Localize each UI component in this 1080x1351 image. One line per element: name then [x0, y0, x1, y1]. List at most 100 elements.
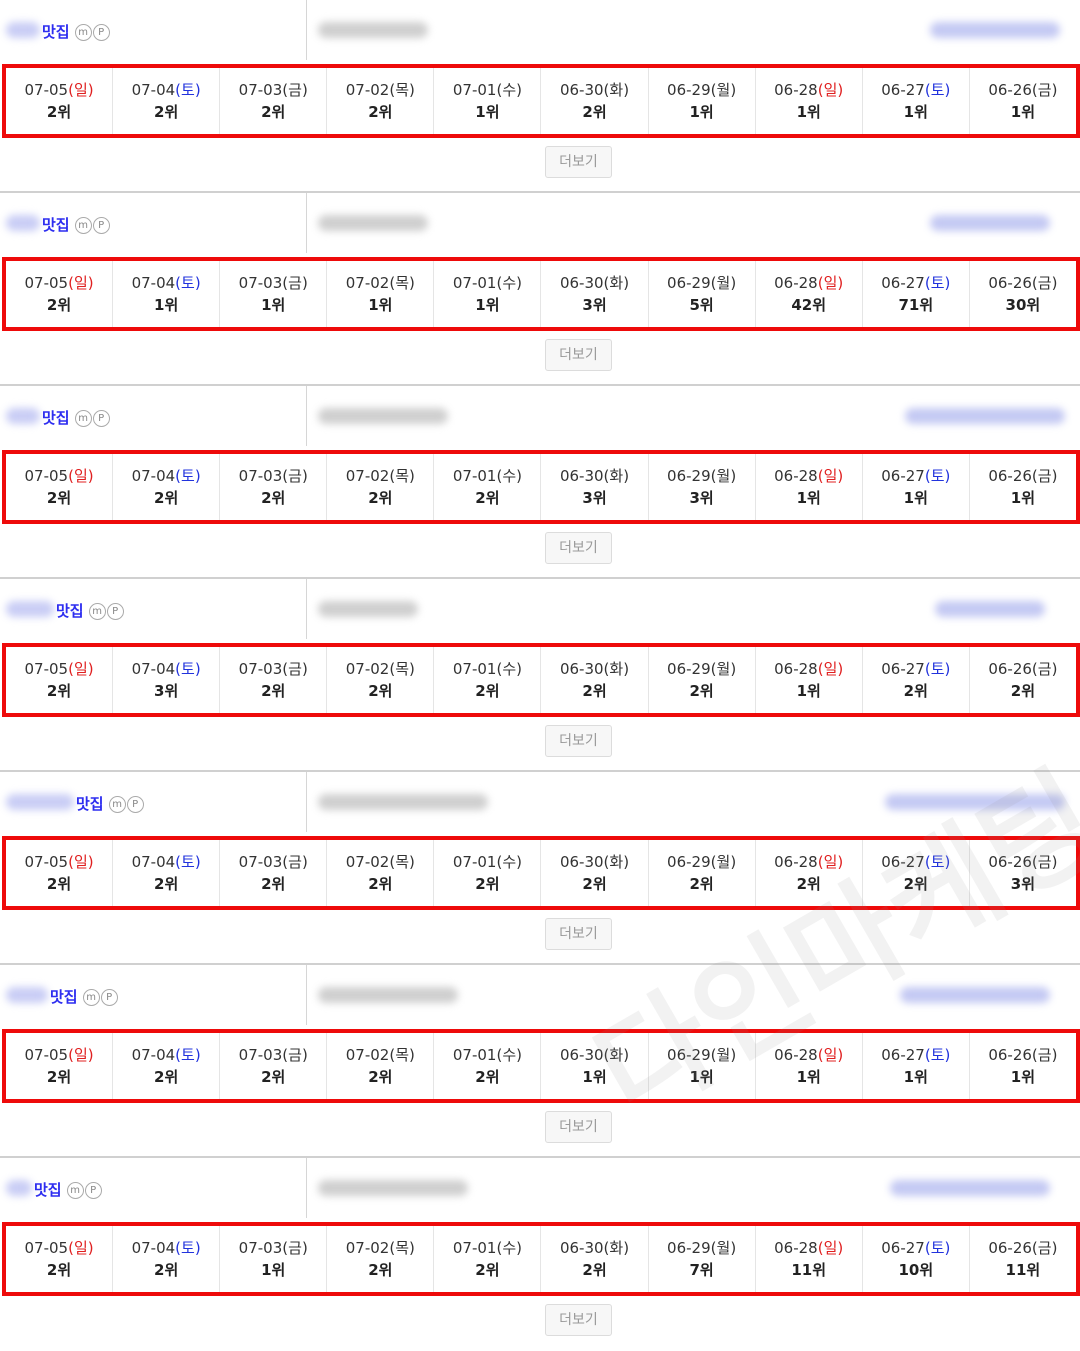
date-text: 06-30	[559, 274, 604, 292]
paren-close: )	[730, 467, 737, 485]
rank-value: 71위	[898, 296, 934, 314]
paren-close: )	[1051, 1239, 1058, 1257]
keyword-label[interactable]: 맛집 m P	[56, 600, 124, 621]
rank-value: 1위	[796, 682, 821, 700]
weekday: (토)	[925, 274, 951, 292]
more-button[interactable]: 더보기	[545, 1111, 612, 1143]
rank-value: 10위	[898, 1261, 934, 1279]
date-text: 06-30	[559, 467, 604, 485]
paren-close: )	[837, 467, 844, 485]
rank-value: 1위	[796, 489, 821, 507]
weekday: (화)	[604, 467, 630, 485]
rank-cell: 06-29(월) 2위	[649, 647, 756, 713]
keyword-text: 맛집	[34, 1181, 62, 1199]
paren-close: )	[1051, 1046, 1058, 1064]
keyword-prefix-redacted	[6, 601, 54, 617]
keyword-label[interactable]: 맛집 m P	[42, 407, 110, 428]
weekday: (월)	[711, 660, 737, 678]
date-text: 07-01	[452, 853, 497, 871]
rank-cell: 07-05(일) 2위	[6, 1226, 114, 1292]
rank-value: 2위	[46, 682, 72, 700]
weekday: (토)	[175, 660, 201, 678]
rank-cell: 06-28(일) 2위	[756, 840, 863, 906]
weekday-text: 수	[502, 467, 517, 485]
more-button[interactable]: 더보기	[545, 339, 612, 371]
keyword-header: 맛집 m P	[0, 965, 1080, 1025]
weekday-text: 목	[395, 660, 410, 678]
column-divider	[306, 193, 307, 253]
date-text: 07-04	[131, 660, 176, 678]
weekday: (화)	[604, 81, 630, 99]
date-text: 07-02	[345, 467, 390, 485]
weekday-text: 금	[1037, 81, 1052, 99]
weekday: (화)	[604, 1239, 630, 1257]
paren-close: )	[623, 81, 630, 99]
weekday-text: 월	[716, 81, 731, 99]
weekday: (토)	[175, 853, 201, 871]
date-text: 06-30	[559, 1239, 604, 1257]
weekday-text: 토	[930, 467, 945, 485]
mobile-badge-icon: m	[66, 1182, 84, 1199]
paren-close: )	[87, 1046, 94, 1064]
rank-cell: 06-29(월) 1위	[649, 68, 756, 134]
rank-date: 07-02(목)	[346, 465, 415, 487]
rank-value: 2위	[796, 875, 821, 893]
weekday: (화)	[604, 660, 630, 678]
paren-close: )	[1051, 274, 1058, 292]
rank-cell: 06-27(토) 2위	[863, 840, 970, 906]
weekday: (목)	[389, 1239, 415, 1257]
rank-cell: 06-28(일) 42위	[756, 261, 863, 327]
date-text: 07-01	[452, 1239, 497, 1257]
weekday-text: 일	[73, 81, 88, 99]
rank-date: 06-26(금)	[988, 851, 1057, 873]
paren-close: )	[1051, 467, 1058, 485]
weekday: (화)	[604, 853, 630, 871]
paren-close: )	[409, 1046, 415, 1064]
paren-close: )	[623, 1046, 630, 1064]
rank-date: 06-26(금)	[988, 658, 1057, 680]
rank-cell: 07-01(수) 2위	[434, 647, 542, 713]
link-redacted	[885, 794, 1065, 810]
keyword-label[interactable]: 맛집 m P	[76, 793, 144, 814]
rank-value: 2위	[261, 489, 286, 507]
rank-history-row: 07-05(일) 2위 07-04(토) 2위 07-03(금) 2위 07-02(목) 2위…	[2, 450, 1080, 524]
paren-close: )	[730, 81, 737, 99]
rank-cell: 07-02(목) 2위	[327, 1226, 435, 1292]
rank-date: 06-28(일)	[774, 851, 843, 873]
rank-history-row: 07-05(일) 2위 07-04(토) 2위 07-03(금) 1위 07-02(목) 2위…	[2, 1222, 1080, 1296]
weekday-text: 토	[930, 660, 945, 678]
date-text: 06-26	[988, 274, 1032, 292]
keyword-label[interactable]: 맛집 m P	[42, 214, 110, 235]
paren-close: )	[944, 1239, 951, 1257]
place-name-redacted	[318, 601, 418, 617]
keyword-label[interactable]: 맛집 m P	[42, 21, 110, 42]
weekday-text: 일	[73, 1239, 88, 1257]
paren-close: )	[837, 274, 844, 292]
rank-cell: 07-04(토) 2위	[113, 454, 221, 520]
more-button[interactable]: 더보기	[545, 1304, 612, 1336]
weekday-text: 일	[73, 1046, 88, 1064]
date-text: 07-05	[24, 81, 69, 99]
rank-date: 07-02(목)	[346, 1044, 415, 1066]
weekday-text: 금	[1037, 274, 1052, 292]
date-text: 06-28	[774, 467, 818, 485]
rank-date: 07-04(토)	[132, 1237, 201, 1259]
keyword-label[interactable]: 맛집 m P	[34, 1179, 102, 1200]
weekday: (일)	[68, 853, 94, 871]
weekday-text: 화	[609, 467, 624, 485]
paren-close: )	[87, 853, 94, 871]
more-button[interactable]: 더보기	[545, 725, 612, 757]
paren-close: )	[1051, 853, 1058, 871]
rank-date: 06-26(금)	[988, 465, 1057, 487]
weekday-text: 토	[181, 274, 195, 292]
weekday-text: 토	[181, 1046, 195, 1064]
rank-value: 3위	[582, 489, 607, 507]
weekday: (월)	[711, 1239, 737, 1257]
keyword-label[interactable]: 맛집 m P	[50, 986, 118, 1007]
date-text: 07-03	[238, 1239, 283, 1257]
more-button[interactable]: 더보기	[545, 918, 612, 950]
more-button[interactable]: 더보기	[545, 532, 612, 564]
rank-cell: 06-30(화) 2위	[541, 1226, 649, 1292]
weekday-text: 수	[502, 660, 517, 678]
more-button[interactable]: 더보기	[545, 146, 612, 178]
